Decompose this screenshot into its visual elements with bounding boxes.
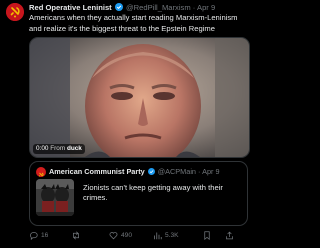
quoted-time[interactable]: Apr 9 bbox=[202, 167, 219, 176]
share-button[interactable] bbox=[225, 231, 234, 240]
verified-badge-icon bbox=[114, 3, 123, 13]
tweet-text: Americans when they actually start readi… bbox=[29, 13, 238, 33]
author-avatar[interactable] bbox=[6, 3, 24, 21]
quoted-tweet[interactable]: American Communist Party @ACPMain · Apr … bbox=[29, 161, 248, 226]
heart-icon bbox=[109, 231, 118, 240]
quoted-image[interactable] bbox=[36, 179, 74, 216]
views-button[interactable]: 5.3K bbox=[153, 231, 179, 240]
views-count: 5.3K bbox=[165, 232, 179, 239]
author-name[interactable]: Red Operative Leninist bbox=[29, 3, 112, 12]
author-handle[interactable]: @RedPill_Marxism bbox=[126, 3, 191, 12]
reply-button[interactable]: 16 bbox=[29, 231, 48, 240]
quoted-text: Zionists can't keep getting away with th… bbox=[83, 183, 223, 202]
video-thumbnail bbox=[30, 38, 249, 157]
video-from-label: From bbox=[50, 145, 66, 152]
like-count: 490 bbox=[121, 232, 133, 239]
video-badge: 0:00 From duck bbox=[33, 144, 85, 154]
bookmark-icon bbox=[203, 231, 211, 240]
quoted-author-avatar bbox=[36, 167, 46, 177]
bookmark-button[interactable] bbox=[203, 231, 211, 240]
quoted-header: American Communist Party @ACPMain · Apr … bbox=[49, 167, 220, 177]
tweet-time[interactable]: Apr 9 bbox=[197, 3, 215, 12]
video-duration: 0:00 bbox=[36, 145, 49, 152]
repost-icon bbox=[71, 231, 81, 240]
tweet-actions: 16 490 5.3K bbox=[29, 231, 250, 243]
reply-icon bbox=[29, 231, 38, 240]
quoted-author-name[interactable]: American Communist Party bbox=[49, 167, 145, 176]
quoted-author-handle[interactable]: @ACPMain bbox=[158, 167, 196, 176]
views-chart-icon bbox=[153, 231, 162, 240]
separator-dot: · bbox=[198, 167, 201, 176]
tweet-header: Red Operative Leninist @RedPill_Marxism … bbox=[29, 3, 250, 13]
tweet-video[interactable]: 0:00 From duck bbox=[29, 37, 250, 158]
verified-badge-icon bbox=[147, 168, 155, 177]
separator-dot: · bbox=[192, 3, 196, 12]
video-source[interactable]: duck bbox=[67, 145, 82, 152]
like-button[interactable]: 490 bbox=[109, 231, 132, 240]
share-icon bbox=[225, 231, 234, 240]
reply-count: 16 bbox=[41, 232, 49, 239]
repost-button[interactable] bbox=[71, 231, 84, 240]
